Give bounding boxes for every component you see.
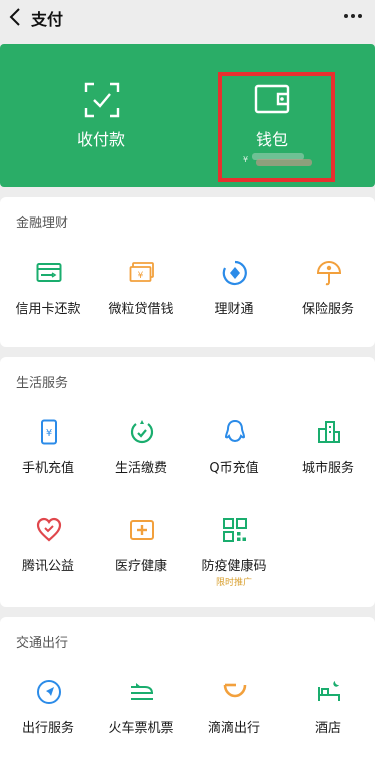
- medical-icon: [130, 520, 154, 540]
- phone-recharge-item[interactable]: ¥ 手机充值: [1, 419, 95, 479]
- train-ticket-icon: [131, 683, 153, 700]
- microloan-item[interactable]: ¥ 微粒贷借钱: [94, 260, 188, 320]
- more-dot-icon: [344, 14, 348, 18]
- travel-service-item[interactable]: 出行服务: [1, 679, 95, 739]
- medical-item[interactable]: 医疗健康: [94, 517, 188, 577]
- insurance-item[interactable]: 保险服务: [281, 260, 375, 320]
- item-label: 防疫健康码: [201, 559, 267, 574]
- item-label: 滴滴出行: [207, 721, 260, 736]
- item-label: 理财通: [214, 302, 254, 317]
- item-label: 城市服务: [301, 461, 354, 476]
- wealth-icon: [222, 260, 247, 286]
- item-label: 微粒贷借钱: [108, 302, 174, 317]
- section-title: 金融理财: [16, 216, 69, 231]
- charity-item[interactable]: 腾讯公益: [1, 517, 95, 577]
- didi-icon: [223, 683, 247, 698]
- receive-pay-button[interactable]: 收付款: [0, 44, 188, 187]
- health-code-item[interactable]: 防疫健康码 限时推广: [187, 517, 281, 597]
- loan-cash-icon: ¥: [129, 262, 154, 282]
- item-label: 酒店: [314, 721, 341, 736]
- qr-code-icon: [223, 518, 247, 542]
- scan-pay-icon: [84, 82, 120, 118]
- item-label: 医疗健康: [114, 559, 167, 574]
- charity-heart-icon: [36, 517, 62, 542]
- svg-text:¥: ¥: [46, 428, 52, 439]
- city-service-icon: [318, 421, 340, 443]
- more-dot-icon: [358, 14, 362, 18]
- page-title: 支付: [31, 10, 64, 29]
- top-bar: 支付: [0, 0, 375, 36]
- train-flight-item[interactable]: 火车票机票: [94, 679, 188, 739]
- insurance-umbrella-icon: [316, 261, 342, 286]
- finance-section: 金融理财 信用卡还款 ¥ 微粒贷借钱 理财通 保险服务: [0, 197, 375, 347]
- navigation-icon: [37, 680, 61, 704]
- section-title: 生活服务: [16, 376, 69, 391]
- item-label: 腾讯公益: [21, 559, 74, 574]
- utility-bill-item[interactable]: 生活缴费: [94, 419, 188, 479]
- qq-coin-item[interactable]: Q币充值: [187, 419, 281, 479]
- item-label: 出行服务: [21, 721, 74, 736]
- city-service-item[interactable]: 城市服务: [281, 419, 375, 479]
- svg-text:¥: ¥: [138, 271, 144, 281]
- item-label: 手机充值: [21, 461, 74, 476]
- section-title: 交通出行: [16, 636, 69, 651]
- more-options-button[interactable]: [343, 9, 363, 25]
- chevron-left-icon: [9, 8, 20, 26]
- credit-card-repay-item[interactable]: 信用卡还款: [1, 260, 95, 320]
- didi-item[interactable]: 滴滴出行: [187, 679, 281, 739]
- hotel-item[interactable]: 酒店: [281, 679, 375, 739]
- item-label: 火车票机票: [108, 721, 174, 736]
- item-label: 保险服务: [301, 302, 354, 317]
- hotel-bed-icon: [318, 681, 340, 701]
- promo-tag: 限时推广: [215, 578, 252, 588]
- qq-coin-icon: [224, 419, 246, 443]
- item-label: 生活缴费: [114, 461, 167, 476]
- transport-section: 交通出行 出行服务 火车票机票 滴滴出行 酒店: [0, 617, 375, 775]
- back-button[interactable]: [6, 5, 28, 29]
- life-services-section: 生活服务 ¥ 手机充值 生活缴费 Q币充值 城市服务 腾讯公益 医疗健康 防疫健…: [0, 357, 375, 607]
- item-label: Q币充值: [209, 461, 259, 476]
- receive-pay-label: 收付款: [77, 130, 126, 149]
- credit-card-icon: [36, 263, 62, 282]
- item-label: 信用卡还款: [15, 302, 81, 317]
- wallet-highlight-box: [218, 72, 335, 182]
- phone-recharge-icon: ¥: [41, 419, 57, 445]
- wealth-item[interactable]: 理财通: [187, 260, 281, 320]
- more-dot-icon: [351, 14, 355, 18]
- utility-bill-icon: [130, 420, 154, 444]
